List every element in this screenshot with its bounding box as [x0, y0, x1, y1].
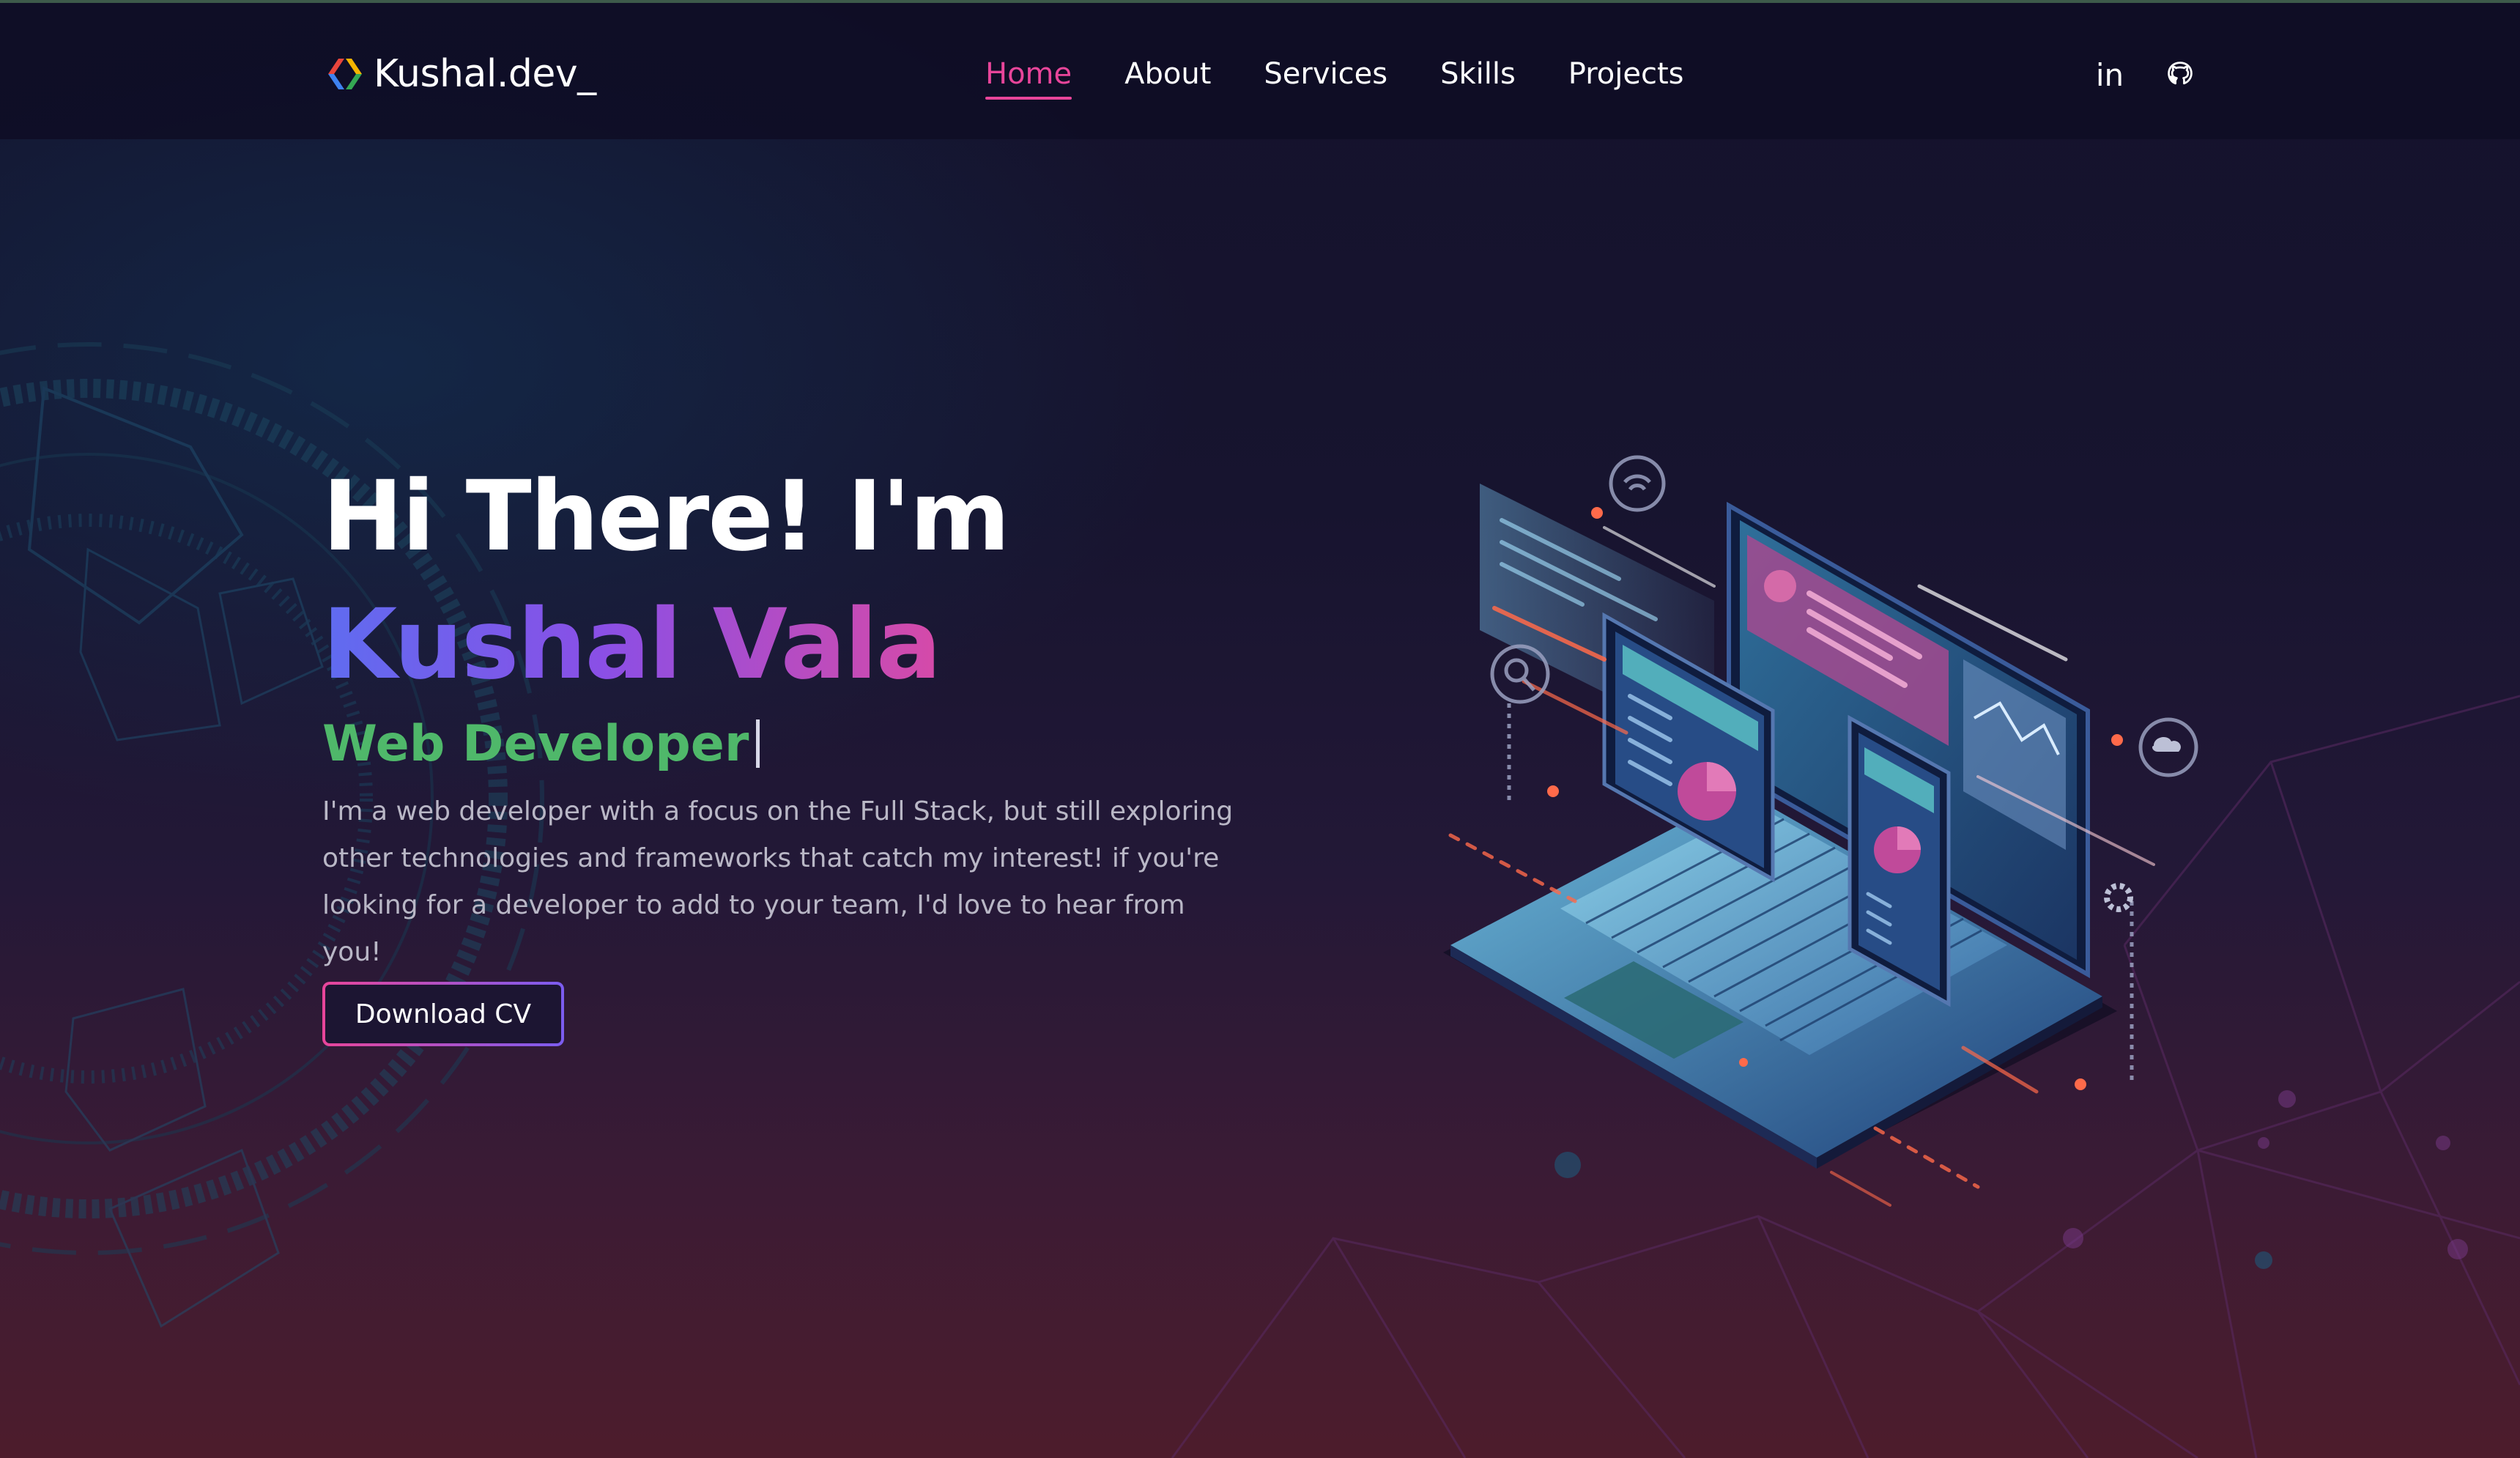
nav-item-home[interactable]: Home	[985, 57, 1072, 100]
github-icon	[2168, 62, 2193, 85]
code-brackets-icon	[328, 59, 362, 89]
nav-item-projects[interactable]: Projects	[1568, 57, 1684, 91]
laptop-devices-illustration	[1443, 455, 2198, 1207]
nav-item-skills[interactable]: Skills	[1440, 57, 1516, 91]
hero-greeting: Hi There! I'm	[322, 460, 1010, 573]
nav-menu: Home About Services Skills Projects	[985, 48, 1737, 100]
hero-role-typewriter: Web Developer	[322, 711, 760, 777]
portfolio-page: Kushal.dev_ Home About Services Skills P…	[0, 0, 2520, 1458]
nav-item-services[interactable]: Services	[1264, 57, 1387, 91]
hero-role-text: Web Developer	[322, 714, 749, 773]
typing-cursor	[756, 719, 760, 768]
linkedin-icon[interactable]: in	[2088, 51, 2132, 98]
github-link[interactable]	[2161, 51, 2199, 98]
logo[interactable]: Kushal.dev_	[322, 48, 596, 100]
hero-name: Kushal Vala	[322, 582, 941, 707]
download-cv-button[interactable]: Download CV	[322, 982, 564, 1046]
hero-description: I'm a web developer with a focus on the …	[322, 796, 1234, 967]
navbar: Kushal.dev_ Home About Services Skills P…	[0, 3, 2520, 139]
nav-item-about[interactable]: About	[1124, 57, 1211, 91]
logo-text: Kushal.dev_	[374, 52, 596, 96]
